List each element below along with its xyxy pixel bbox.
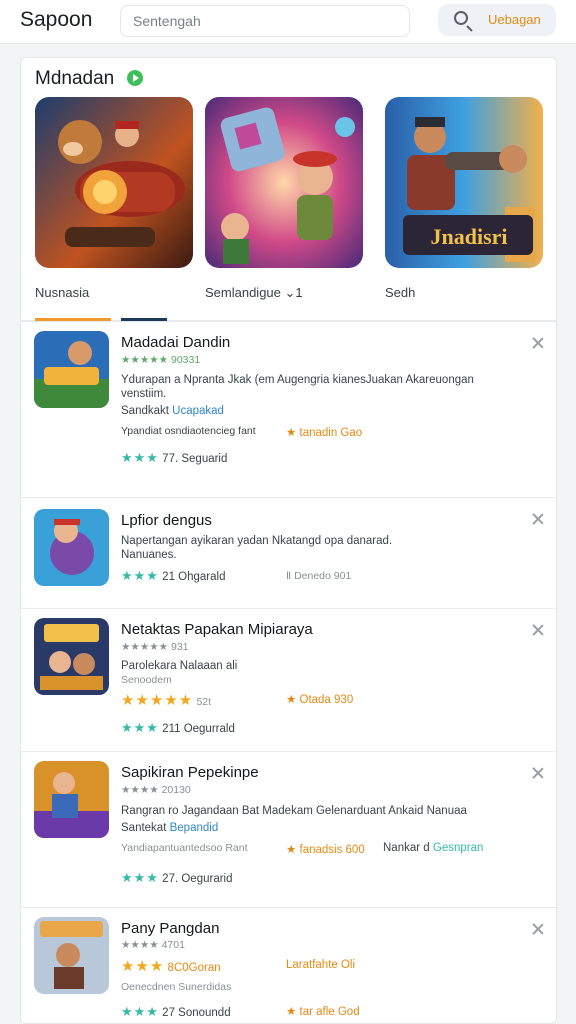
search-placeholder: Sentengah <box>133 13 201 29</box>
description-line-1: Parolekara Nalaaan ali <box>121 660 238 672</box>
featured-title: Mdnadan <box>35 68 115 89</box>
app-title: Sapoon <box>20 8 93 31</box>
featured-art-cannon <box>35 97 193 268</box>
close-icon[interactable] <box>532 923 544 935</box>
meta-text: Ⅱ Denedo 901 <box>286 570 352 582</box>
reward-badge: ★ fanadsis 600 <box>286 844 365 856</box>
play-badge-icon <box>127 70 143 86</box>
sub-label: Santekat <box>121 822 167 834</box>
tab-1[interactable]: Nusnasia <box>35 285 89 300</box>
reward-badge: ★ tar afle God <box>286 1006 360 1018</box>
close-icon[interactable] <box>532 513 544 525</box>
featured-card-2[interactable] <box>205 97 363 268</box>
category-link[interactable]: Ucapakad <box>172 405 224 417</box>
list-item[interactable]: Netaktas Papakan Mipiaraya ★★★★★ 931 Par… <box>21 608 556 751</box>
app-name: Netaktas Papakan Mipiaraya <box>121 621 313 638</box>
list-item[interactable]: Pany Pangdan ★★★★ 4701 ★★★ 8C0Goran Lara… <box>21 907 556 1023</box>
download-count: 27. Oegurarid <box>162 873 233 885</box>
sub-label: Sandkakt <box>121 405 169 417</box>
tab-3[interactable]: Sedh <box>385 285 415 300</box>
review-count: 52t <box>196 696 212 708</box>
featured-art-robot <box>205 97 363 268</box>
app-thumbnail <box>34 618 109 695</box>
list-item[interactable]: Sapikiran Pepekinpe ★★★★ 20130 Rangran r… <box>21 751 556 907</box>
search-input[interactable]: Sentengah <box>120 5 410 37</box>
featured-art-brawler: Jnadisri <box>385 97 543 268</box>
close-icon[interactable] <box>532 337 544 349</box>
meta-text: Ypandiat osndiaotencieg fant <box>121 425 256 437</box>
meta-text: Yandiapantuantedsoo Rant <box>121 842 248 854</box>
big-star-rating: ★★★ <box>121 958 165 975</box>
app-name: Madadai Dandin <box>121 334 231 351</box>
description-line-1: Napertangan ayikaran yadan Nkatangd opa … <box>121 535 393 547</box>
star-rating: ★★★ <box>121 720 159 735</box>
app-thumbnail <box>34 917 109 994</box>
search-button[interactable]: Uebagan <box>438 4 556 36</box>
reward-badge: ★ tanadin Gao <box>286 427 363 439</box>
big-star-rating: ★★★★★ <box>121 692 194 709</box>
featured-card-1[interactable] <box>35 97 193 268</box>
star-rating: ★★★ <box>121 568 159 583</box>
meta-link[interactable]: Gesnpran <box>433 842 484 854</box>
rating-line: ★★★★ 20130 <box>121 784 191 796</box>
app-name: Lpfior dengus <box>121 512 212 529</box>
sub-label: Oenecdnen Sunerdidas <box>121 981 232 993</box>
tab-2[interactable]: Semlandigue ⌄1 <box>205 285 303 301</box>
description-line-1: Ydurapan a Npranta Jkak (em Augengria ki… <box>121 374 474 386</box>
app-thumbnail <box>34 331 109 408</box>
description-line-1: Rangran ro Jagandaan Bat Madekam Gelenar… <box>121 805 467 817</box>
app-name: Sapikiran Pepekinpe <box>121 764 259 781</box>
featured-card-3[interactable]: Jnadisri <box>385 97 543 268</box>
download-count: 211 Oegurrald <box>162 723 235 735</box>
meta-text-2: Nankar d <box>383 842 430 854</box>
right-label: Laratfahte Oli <box>286 959 356 971</box>
rating-line: ★★★★★ 931 <box>121 641 189 653</box>
download-count: 77. Seguarid <box>162 453 228 465</box>
rating-line: ★★★★ 4701 <box>121 939 185 951</box>
content-card: Mdnadan Jnadisri Nusnasia Semlandigue ⌄1… <box>20 57 557 1024</box>
category-link[interactable]: Bepandid <box>170 822 219 834</box>
list-item[interactable]: Madadai Dandin ★★★★★ 90331 Ydurapan a Np… <box>21 321 556 497</box>
star-rating: ★★★ <box>121 1004 159 1019</box>
download-count: 21 Ohgarald <box>162 571 226 583</box>
reward-badge: ★ Otada 930 <box>286 694 354 706</box>
star-rating: ★★★ <box>121 450 159 465</box>
download-count: 27 Sonoundd <box>162 1007 231 1019</box>
rating-line: ★★★★★ 90331 <box>121 354 201 366</box>
description-line-2: Nanuanes. <box>121 549 177 561</box>
search-icon <box>454 11 468 25</box>
app-thumbnail <box>34 761 109 838</box>
description-line-2: Senoodem <box>121 674 172 686</box>
close-icon[interactable] <box>532 624 544 636</box>
search-button-label: Uebagan <box>488 12 541 27</box>
close-icon[interactable] <box>532 767 544 779</box>
app-thumbnail <box>34 509 109 586</box>
app-name: Pany Pangdan <box>121 920 220 937</box>
featured-card-3-logo: Jnadisri <box>430 224 507 249</box>
description-line-2: venstiim. <box>121 388 167 400</box>
top-bar: Sapoon Sentengah Uebagan <box>0 0 576 44</box>
star-rating: ★★★ <box>121 870 159 885</box>
list-item[interactable]: Lpfior dengus Napertangan ayikaran yadan… <box>21 497 556 608</box>
review-count: 8C0Goran <box>167 962 221 974</box>
